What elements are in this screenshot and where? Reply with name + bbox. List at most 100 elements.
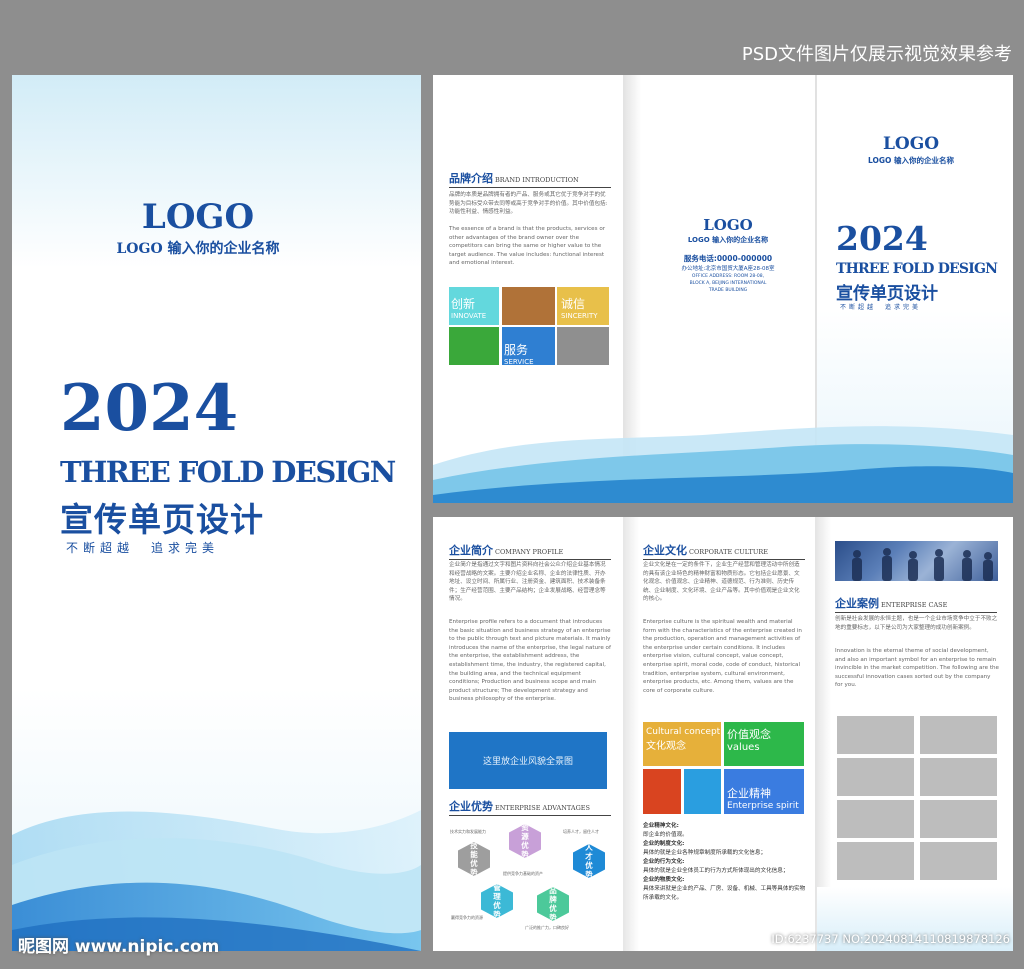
culture-tile-spirit: 企业精神 Enterprise spirit xyxy=(724,769,804,814)
culture-heading-cn: 企业文化 xyxy=(643,544,687,557)
profile-image-placeholder: 这里放企业风貌全景图 xyxy=(449,732,607,789)
front-slogan: 不断超越 追求完美 xyxy=(840,304,922,311)
culture-heading-en: CORPORATE CULTURE xyxy=(689,548,768,556)
hex-management: 管理优势 xyxy=(481,884,513,918)
hex-skill-label: 技能优势 xyxy=(470,841,478,877)
brand-tile-sincerity: 诚信 SINCERITY xyxy=(557,287,609,325)
brand-body-en: The essence of a brand is that the produ… xyxy=(449,226,606,267)
tile-innovate-en: INNOVATE xyxy=(451,312,487,320)
contact-address-en-3: TRADE BUILDING xyxy=(708,288,748,293)
culture-tile-red xyxy=(643,769,681,814)
brand-tile-gray xyxy=(557,327,609,365)
culture-tile-values: 价值观念 values xyxy=(724,722,804,766)
cases-section-heading: 企业案例 ENTERPRISE CASE xyxy=(835,592,997,613)
advantages-note-2: 培养人才，留住人才 xyxy=(563,829,599,834)
contact-address-en-2: BLOCK A, BEIJING INTERNATIONAL xyxy=(689,281,767,286)
advantages-note-1: 技术实力和发展能力 xyxy=(450,829,486,834)
inside-fold-shadow-2 xyxy=(815,517,831,951)
advantages-heading-en: ENTERPRISE ADVANTAGES xyxy=(495,804,590,812)
case-image-3 xyxy=(837,758,914,796)
contact-address-en-1: OFFICE ADDRESS: ROOM 28-08, xyxy=(691,274,765,279)
advantages-note-3: 提供竞争力基础的资产 xyxy=(503,871,543,876)
inside-sheet: 企业简介 COMPANY PROFILE 企业简介是指通过文字和图片资料向社会公众… xyxy=(433,517,1013,951)
culture-def-3-value: 具体的就是企业全体员工的行为方式所体现出的文化信息； xyxy=(643,868,789,874)
cover-title-en: THREE FOLD DESIGN xyxy=(60,455,396,489)
tile-sincerity-en: SINCERITY xyxy=(561,312,598,320)
culture-tile-values-line2: values xyxy=(727,742,760,753)
culture-def-1-key: 企业精神文化: xyxy=(643,823,679,829)
cases-heading-cn: 企业案例 xyxy=(835,597,879,610)
advantages-note-4: 赢得竞争力的资源 xyxy=(451,915,483,920)
cover-panel: LOGO LOGO 输入你的企业名称 2024 THREE FOLD DESIG… xyxy=(12,75,421,951)
tile-service-cn: 服务 xyxy=(504,343,529,357)
culture-tile-spirit-line2: Enterprise spirit xyxy=(727,801,799,811)
advantages-heading-cn: 企业优势 xyxy=(449,800,493,813)
cases-body-cn: 创新是社会发展的永恒主题，也是一个企业市场竞争中立于不败之地的重要标志，以下是公… xyxy=(835,616,998,631)
culture-def-4-value: 具体来讲就是企业的产品、厂房、设备、机械、工具等具体的实物所承载的文化。 xyxy=(643,886,806,901)
tile-innovate-cn: 创新 xyxy=(451,297,476,311)
inside-fold-shadow-1 xyxy=(623,517,639,951)
brand-body-cn: 品牌的本质是品牌拥有者的产品、服务或其它优于竞争对手的优势能为目标受众带去同等或… xyxy=(449,192,608,216)
front-title-cn: 宣传单页设计 xyxy=(836,284,938,304)
profile-heading-cn: 企业简介 xyxy=(449,544,493,557)
watermark-bottom-right: ID:6237737 NO:20240814110819878126 xyxy=(771,932,1010,946)
hex-resource: 资源优势 xyxy=(509,824,541,858)
hex-brand: 品牌优势 xyxy=(537,887,569,921)
profile-body-cn: 企业简介是指通过文字和图片资料向社会公众介绍企业基本情况和经营战略的文案。主要介… xyxy=(449,562,606,603)
brand-tile-innovate: 创新 INNOVATE xyxy=(449,287,499,325)
culture-body-cn: 企业文化是在一定的条件下，企业生产经营和管理活动中所创造的具有该企业特色的精神财… xyxy=(643,562,800,603)
hex-talent: 人才优势 xyxy=(573,844,605,878)
case-image-8 xyxy=(920,842,997,880)
outside-sheet: 品牌介绍 BRAND INTRODUCTION 品牌的本质是品牌拥有者的产品、服务… xyxy=(433,75,1013,503)
contact-address: 办公地址:北京市国贸大厦A座28-08室 xyxy=(681,266,775,272)
cover-year: 2024 xyxy=(60,371,239,446)
case-image-7 xyxy=(837,842,914,880)
case-image-4 xyxy=(920,758,997,796)
case-image-5 xyxy=(837,800,914,838)
case-image-1 xyxy=(837,716,914,754)
culture-section-heading: 企业文化 CORPORATE CULTURE xyxy=(643,539,805,560)
culture-def-4-key: 企业的物质文化: xyxy=(643,877,685,883)
hex-talent-label: 人才优势 xyxy=(585,843,593,879)
contact-phone: 服务电话:0000-000000 xyxy=(683,254,773,263)
hex-brand-label: 品牌优势 xyxy=(549,886,557,922)
culture-tile-concept-line2: 文化观念 xyxy=(646,741,686,752)
brand-tile-green xyxy=(449,327,499,365)
cover-title-cn: 宣传单页设计 xyxy=(60,500,264,539)
front-logo-subtitle: LOGO 输入你的企业名称 xyxy=(867,156,955,165)
case-image-2 xyxy=(920,716,997,754)
culture-tile-blue xyxy=(684,769,721,814)
profile-image-placeholder-label: 这里放企业风貌全景图 xyxy=(482,757,573,767)
cover-logo: LOGO xyxy=(141,197,255,237)
brand-heading-en: BRAND INTRODUCTION xyxy=(495,176,579,184)
hex-skill: 技能优势 xyxy=(458,842,490,876)
front-logo: LOGO xyxy=(882,134,940,154)
watermark-top: PSD文件图片仅展示视觉效果参考 xyxy=(741,44,1012,65)
cover-logo-subtitle: LOGO 输入你的企业名称 xyxy=(116,241,280,257)
tile-service-en: SERVICE xyxy=(504,358,534,366)
cover-slogan: 不断超越 追求完美 xyxy=(66,541,220,555)
advantages-note-5: 广泛的推广力，口碑良好 xyxy=(525,925,569,930)
brand-tile-brown xyxy=(502,287,555,325)
contact-logo: LOGO xyxy=(703,216,753,234)
culture-tile-concept: Cultural concept 文化观念 xyxy=(643,722,721,766)
front-year: 2024 xyxy=(836,219,928,258)
profile-section-heading: 企业简介 COMPANY PROFILE xyxy=(449,539,611,560)
culture-def-2-key: 企业的制度文化: xyxy=(643,841,685,847)
tile-sincerity-cn: 诚信 xyxy=(561,297,586,311)
team-silhouettes xyxy=(852,548,993,581)
hex-resource-label: 资源优势 xyxy=(521,823,529,859)
cases-team-photo xyxy=(835,541,998,581)
brand-heading-cn: 品牌介绍 xyxy=(449,172,493,185)
brand-section-heading: 品牌介绍 BRAND INTRODUCTION xyxy=(449,167,611,188)
cases-body-en: Innovation is the eternal theme of socia… xyxy=(835,648,999,689)
culture-body-en: Enterprise culture is the spiritual weal… xyxy=(643,619,802,694)
cases-heading-en: ENTERPRISE CASE xyxy=(881,601,948,609)
hex-management-label: 管理优势 xyxy=(493,883,501,919)
watermark-bottom-left: 昵图网 www.nipic.com xyxy=(18,937,220,957)
culture-tile-values-line1: 价值观念 xyxy=(727,728,771,741)
culture-defs: 企业精神文化: 即企业的价值观。 企业的制度文化: 具体的就是企业各种规章制度所… xyxy=(643,822,807,903)
culture-def-3-key: 企业的行为文化: xyxy=(643,859,685,865)
profile-heading-en: COMPANY PROFILE xyxy=(495,548,564,556)
profile-body-en: Enterprise profile refers to a document … xyxy=(449,619,611,703)
